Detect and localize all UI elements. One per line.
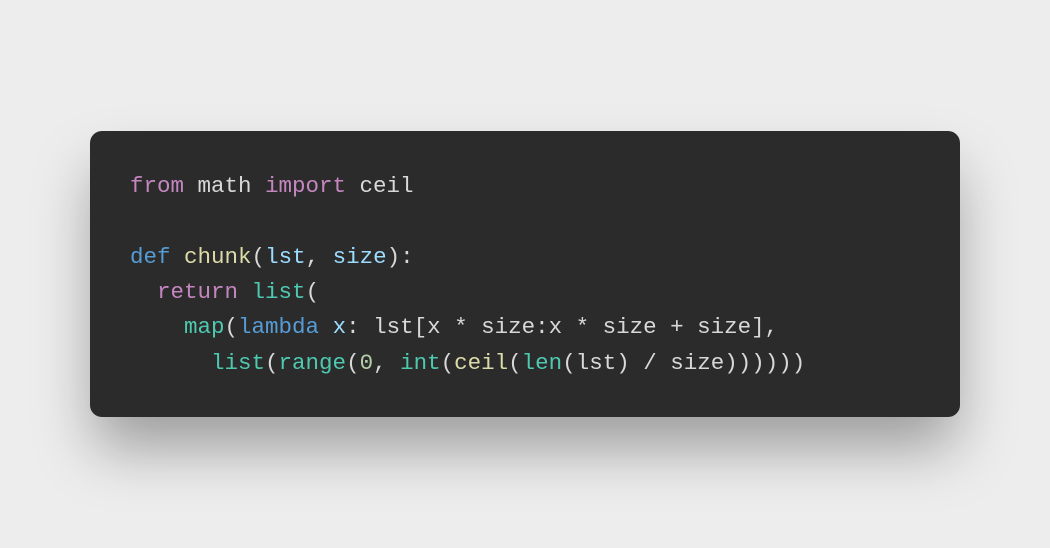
func-ceil: ceil bbox=[454, 350, 508, 376]
lambda-param: x bbox=[333, 314, 347, 340]
canvas: from math import ceil def chunk(lst, siz… bbox=[0, 0, 1050, 548]
import-name: ceil bbox=[346, 173, 414, 199]
builtin-map: map bbox=[184, 314, 225, 340]
builtin-int: int bbox=[400, 350, 441, 376]
kw-def: def bbox=[130, 244, 171, 270]
kw-import: import bbox=[265, 173, 346, 199]
expr-slice: lst[x * size:x * size + size], bbox=[373, 314, 778, 340]
builtin-list2: list bbox=[211, 350, 265, 376]
param-lst: lst bbox=[265, 244, 306, 270]
builtin-list: list bbox=[252, 279, 306, 305]
expr-tail: lst) / size)))))) bbox=[576, 350, 806, 376]
code-block: from math import ceil def chunk(lst, siz… bbox=[130, 169, 920, 381]
builtin-range: range bbox=[279, 350, 347, 376]
kw-lambda: lambda bbox=[238, 314, 319, 340]
num-zero: 0 bbox=[360, 350, 374, 376]
kw-from: from bbox=[130, 173, 184, 199]
module-name: math bbox=[184, 173, 265, 199]
builtin-len: len bbox=[522, 350, 563, 376]
param-size: size bbox=[333, 244, 387, 270]
code-card: from math import ceil def chunk(lst, siz… bbox=[90, 131, 960, 417]
kw-return: return bbox=[157, 279, 238, 305]
func-name: chunk bbox=[184, 244, 252, 270]
